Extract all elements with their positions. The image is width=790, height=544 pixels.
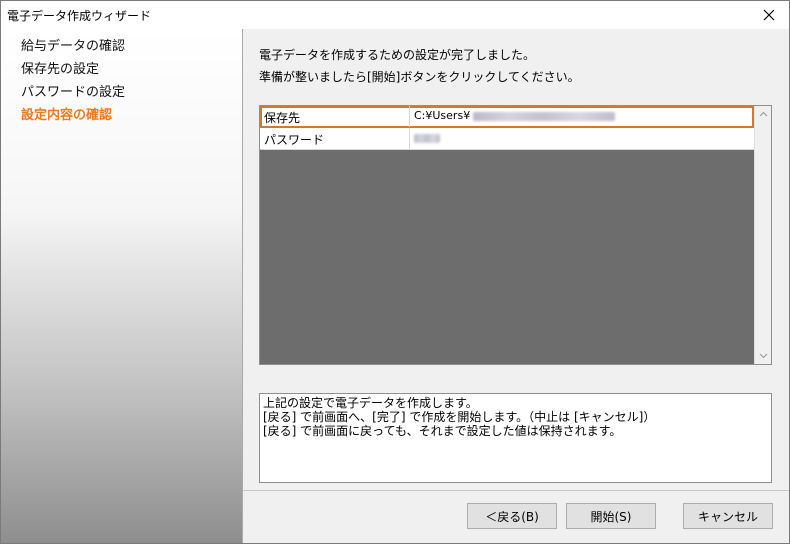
completion-message: 電子データを作成するための設定が完了しました。 xyxy=(259,48,536,62)
description-line: [戻る] で前画面に戻っても、それまで設定した値は保持されます。 xyxy=(263,424,622,438)
wizard-steps-sidebar: 給与データの確認 保存先の設定 パスワードの設定 設定内容の確認 xyxy=(1,29,243,543)
step-save-location: 保存先の設定 xyxy=(21,62,100,77)
step-confirm-settings: 設定内容の確認 xyxy=(21,108,113,123)
footer-divider xyxy=(243,490,789,491)
chevron-down-icon xyxy=(759,353,767,359)
start-button[interactable]: 開始(S) xyxy=(566,503,656,529)
title-bar: 電子データ作成ウィザード xyxy=(1,1,789,29)
instruction-message: 準備が整いましたら[開始]ボタンをクリックしてください。 xyxy=(259,70,580,84)
row-label-password: パスワード xyxy=(264,133,325,147)
wizard-window: 電子データ作成ウィザード 給与データの確認 保存先の設定 パスワードの設定 設定… xyxy=(0,0,790,544)
table-row[interactable]: パスワード xyxy=(260,128,754,150)
scroll-up-button[interactable] xyxy=(755,106,771,122)
step-salary-data-check: 給与データの確認 xyxy=(21,39,126,54)
redacted-text xyxy=(414,133,440,143)
step-password: パスワードの設定 xyxy=(21,85,126,100)
cancel-button[interactable]: キャンセル xyxy=(683,503,773,529)
close-button[interactable] xyxy=(749,1,789,29)
row-value-password xyxy=(414,131,440,144)
row-label-save-location: 保存先 xyxy=(264,111,301,125)
vertical-scrollbar[interactable] xyxy=(754,106,771,364)
window-title: 電子データ作成ウィザード xyxy=(7,9,152,23)
table-row[interactable]: 保存先 C:¥Users¥ xyxy=(260,106,754,128)
settings-table[interactable]: 保存先 C:¥Users¥ パスワード xyxy=(259,105,772,365)
cell-divider xyxy=(409,128,410,149)
back-button[interactable]: ＜戻る(B) xyxy=(467,503,557,529)
row-value-save-location: C:¥Users¥ xyxy=(414,109,616,122)
wizard-content: 電子データを作成するための設定が完了しました。 準備が整いましたら[開始]ボタン… xyxy=(243,29,789,543)
chevron-up-icon xyxy=(759,111,767,117)
save-path-text: C:¥Users¥ xyxy=(414,109,471,122)
close-icon xyxy=(763,9,775,21)
cell-divider xyxy=(409,106,410,127)
scroll-down-button[interactable] xyxy=(755,348,771,364)
description-box: 上記の設定で電子データを作成します。 [戻る] で前画面へ、[完了] で作成を開… xyxy=(259,393,772,483)
redacted-text xyxy=(473,111,616,121)
